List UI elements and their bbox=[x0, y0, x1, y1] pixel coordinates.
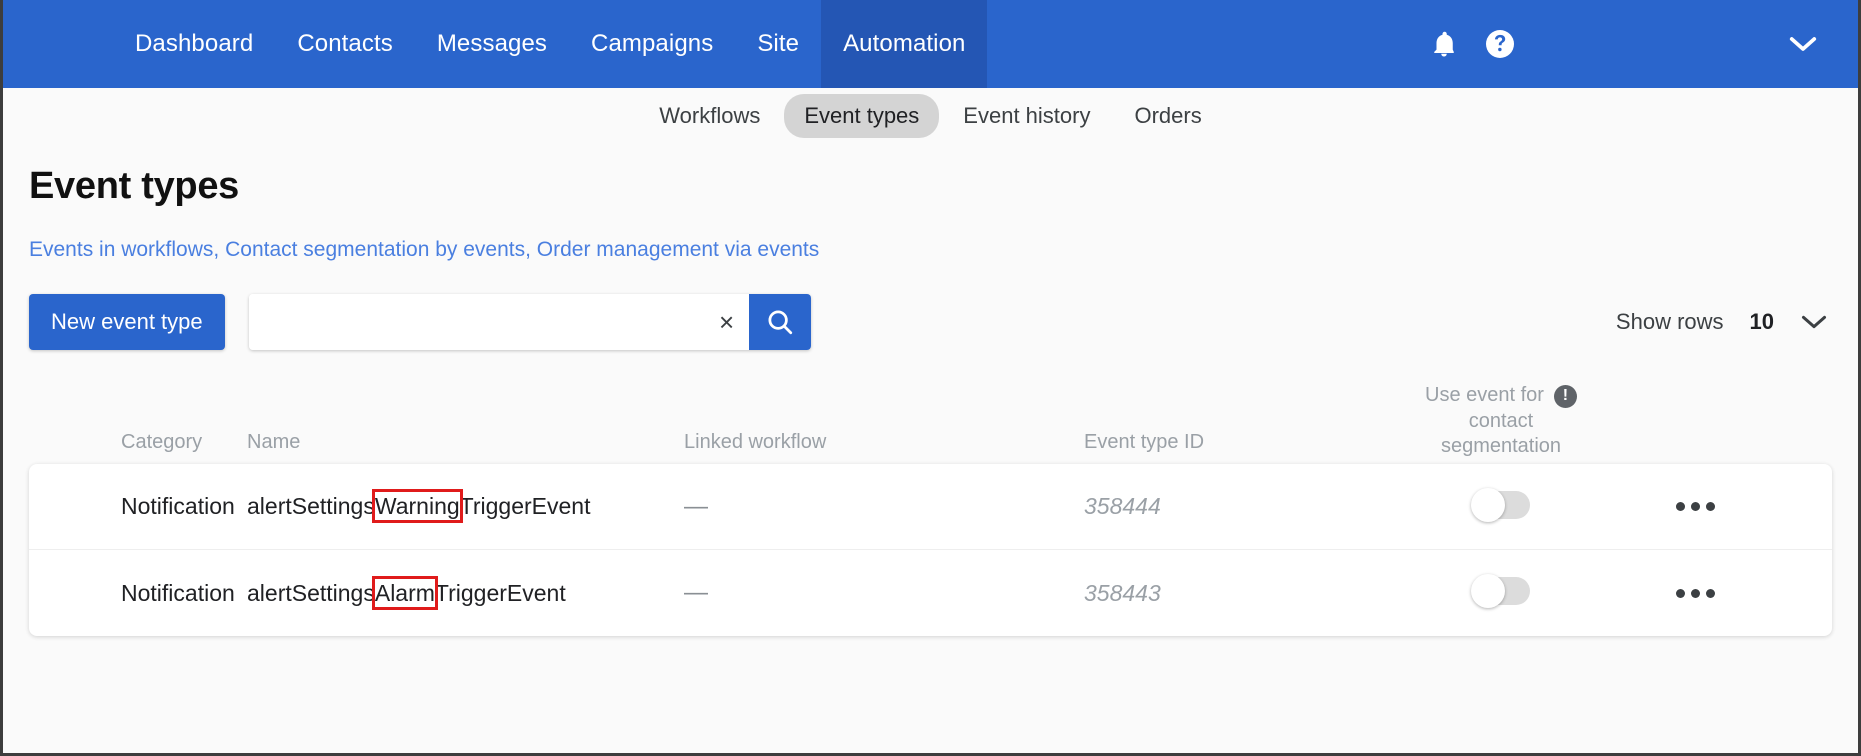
tab-workflows[interactable]: Workflows bbox=[639, 94, 780, 138]
tab-label: Event history bbox=[963, 102, 1091, 128]
show-rows-label: Show rows bbox=[1615, 309, 1724, 334]
column-header-use-event-for-contact-segmentation: Use event for ! contact segmentation bbox=[1336, 383, 1666, 464]
primary-nav-items: Dashboard Contacts Messages Campaigns Si… bbox=[113, 0, 988, 88]
nav-label: Contacts bbox=[297, 30, 393, 57]
cell-actions bbox=[1666, 502, 1776, 511]
new-event-type-button[interactable]: New event type bbox=[29, 294, 225, 350]
column-header-linked-workflow: Linked workflow bbox=[684, 431, 827, 453]
nav-item-automation[interactable]: Automation bbox=[821, 0, 988, 88]
segmentation-header-line2: contact bbox=[1468, 409, 1534, 432]
nav-label: Campaigns bbox=[591, 30, 714, 57]
primary-nav-actions bbox=[1416, 0, 1858, 88]
nav-item-site[interactable]: Site bbox=[735, 0, 821, 88]
cell-event-type-id: 358444 bbox=[1084, 493, 1161, 519]
tab-label: Orders bbox=[1134, 102, 1202, 128]
cell-name: alertSettingsAlarmTriggerEvent bbox=[247, 575, 684, 610]
table-header-row: Category Name Linked workflow Event type… bbox=[29, 383, 1832, 464]
tab-event-types[interactable]: Event types bbox=[784, 93, 940, 138]
nav-label: Site bbox=[757, 30, 800, 57]
page-title: Event types bbox=[29, 165, 240, 207]
link-contact-segmentation-by-events[interactable]: Contact segmentation by events bbox=[225, 238, 525, 261]
cell-name: alertSettingsWarningTriggerEvent bbox=[247, 489, 684, 523]
show-rows-control: Show rows 10 bbox=[1616, 309, 1832, 335]
table-row[interactable]: Notification alertSettingsWarningTrigger… bbox=[29, 464, 1832, 550]
column-header-event-type-id: Event type ID bbox=[1084, 431, 1205, 453]
tab-event-history[interactable]: Event history bbox=[943, 94, 1110, 138]
name-prefix: alertSettings bbox=[247, 493, 375, 519]
ellipsis-icon[interactable] bbox=[1666, 502, 1776, 511]
cell-event-type-id: 358443 bbox=[1084, 579, 1161, 606]
tab-label: Workflows bbox=[659, 102, 761, 128]
nav-item-messages[interactable]: Messages bbox=[415, 0, 569, 88]
cell-linked-workflow: — bbox=[684, 492, 708, 520]
bell-icon[interactable] bbox=[1416, 16, 1472, 72]
search-submit-button[interactable] bbox=[748, 294, 811, 350]
show-rows-chevron-down-icon[interactable] bbox=[1800, 313, 1828, 331]
cell-category: Notification bbox=[121, 493, 235, 519]
name-prefix: alertSettings bbox=[247, 579, 375, 606]
nav-label: Dashboard bbox=[135, 30, 254, 57]
nav-item-campaigns[interactable]: Campaigns bbox=[569, 0, 735, 88]
cell-segmentation-toggle bbox=[1336, 574, 1666, 609]
segmentation-toggle[interactable] bbox=[1471, 574, 1530, 608]
magnifier-icon bbox=[768, 310, 792, 335]
cell-category: Notification bbox=[121, 579, 235, 606]
help-circle-icon[interactable] bbox=[1472, 16, 1528, 72]
tab-orders[interactable]: Orders bbox=[1114, 94, 1221, 138]
primary-navigation-bar: Dashboard Contacts Messages Campaigns Si… bbox=[3, 0, 1858, 88]
table-toolbar: New event type × Show rows 10 bbox=[29, 294, 1832, 350]
event-types-table: Notification alertSettingsWarningTrigger… bbox=[29, 464, 1832, 636]
search-input[interactable] bbox=[248, 294, 705, 350]
show-rows-value[interactable]: 10 bbox=[1750, 309, 1774, 335]
table-row[interactable]: Notification alertSettingsAlarmTriggerEv… bbox=[29, 550, 1832, 636]
link-separator: , bbox=[213, 238, 220, 261]
segmentation-header-line1: Use event for bbox=[1425, 384, 1544, 407]
cell-segmentation-toggle bbox=[1336, 487, 1666, 523]
name-highlight: Alarm bbox=[371, 575, 438, 610]
help-links-row: Events in workflows, Contact segmentatio… bbox=[29, 238, 1832, 262]
info-exclamation-icon[interactable]: ! bbox=[1553, 384, 1577, 408]
nav-label: Messages bbox=[436, 30, 548, 57]
column-header-name: Name bbox=[247, 431, 301, 453]
nav-label: Automation bbox=[843, 30, 966, 57]
main-content: Event types Events in workflows, Contact… bbox=[3, 165, 1858, 636]
name-suffix: TriggerEvent bbox=[434, 579, 566, 606]
cell-actions bbox=[1666, 588, 1776, 598]
name-highlight: Warning bbox=[371, 489, 463, 523]
nav-item-dashboard[interactable]: Dashboard bbox=[113, 0, 275, 88]
search-field-group: × bbox=[248, 294, 811, 350]
link-separator: , bbox=[525, 238, 531, 261]
link-events-in-workflows[interactable]: Events in workflows bbox=[29, 238, 213, 261]
nav-item-contacts[interactable]: Contacts bbox=[275, 0, 415, 88]
toggle-knob bbox=[1471, 574, 1505, 608]
toggle-knob bbox=[1471, 487, 1505, 522]
cell-linked-workflow: — bbox=[684, 579, 708, 606]
link-order-management-via-events[interactable]: Order management via events bbox=[537, 238, 819, 261]
segmentation-toggle[interactable] bbox=[1471, 487, 1530, 522]
account-menu-chevron-down-icon[interactable] bbox=[1778, 19, 1828, 69]
ellipsis-icon[interactable] bbox=[1666, 588, 1776, 598]
clear-search-button[interactable]: × bbox=[704, 294, 749, 350]
tab-label: Event types bbox=[804, 102, 920, 128]
name-suffix: TriggerEvent bbox=[459, 493, 591, 519]
segmentation-header-line3: segmentation bbox=[1440, 435, 1562, 458]
secondary-navigation-tabs: Workflows Event types Event history Orde… bbox=[3, 88, 1858, 143]
column-header-category: Category bbox=[121, 431, 203, 453]
column-header-actions bbox=[1666, 454, 1776, 464]
app-page: Dashboard Contacts Messages Campaigns Si… bbox=[0, 0, 1861, 756]
